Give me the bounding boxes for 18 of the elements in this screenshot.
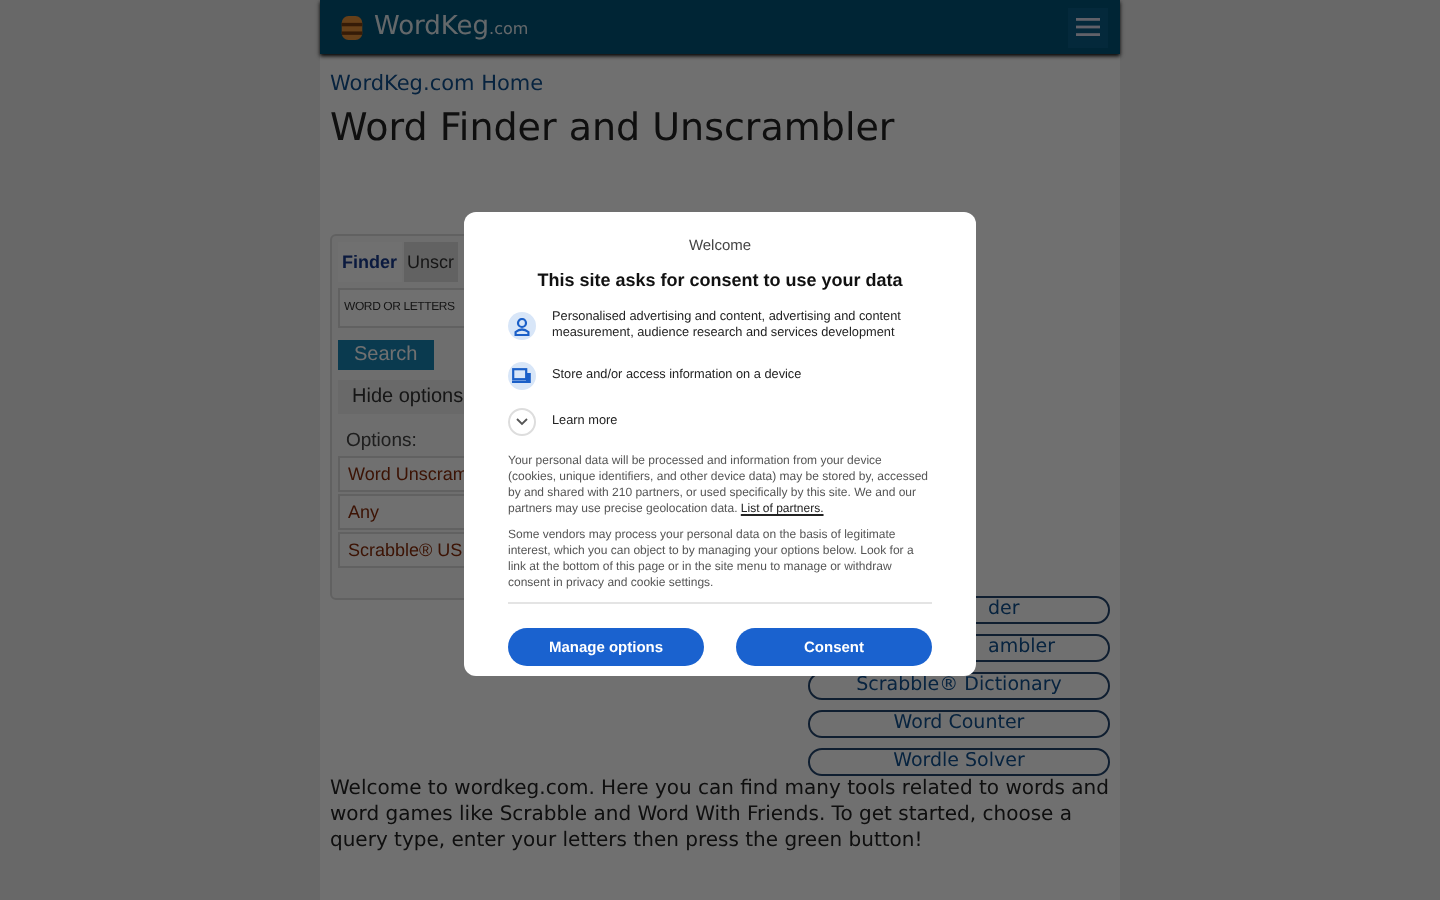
menu-icon [1076,18,1100,36]
tool-link-button[interactable]: Word Counter [808,710,1110,738]
menu-button[interactable] [1068,7,1108,47]
search-button[interactable]: Search [338,340,434,370]
keg-icon [340,11,364,43]
dialog-title: This site asks for consent to use your data [535,270,905,290]
site-logo-text[interactable]: WordKeg.com [374,12,529,42]
home-link[interactable]: WordKeg.com Home [330,72,544,96]
tool-link-button[interactable]: Scrabble® Dictionary [808,672,1110,700]
intro-paragraph: Welcome to wordkeg.com. Here you can find many tools related to words and word games like Scrabble and Word With Friends. To get started, choose a query type, enter your letters then press the green button! [330,776,1110,854]
expand-button[interactable] [508,407,536,436]
tab[interactable]: Unscr [403,242,459,282]
chevron-down-icon [516,417,528,426]
person-icon [514,317,530,336]
options-label: Options: [346,430,417,452]
devices-icon [512,367,532,384]
tool-link-button[interactable]: Wordle Solver [808,748,1110,776]
page-title: Word Finder and Unscrambler [330,106,897,154]
